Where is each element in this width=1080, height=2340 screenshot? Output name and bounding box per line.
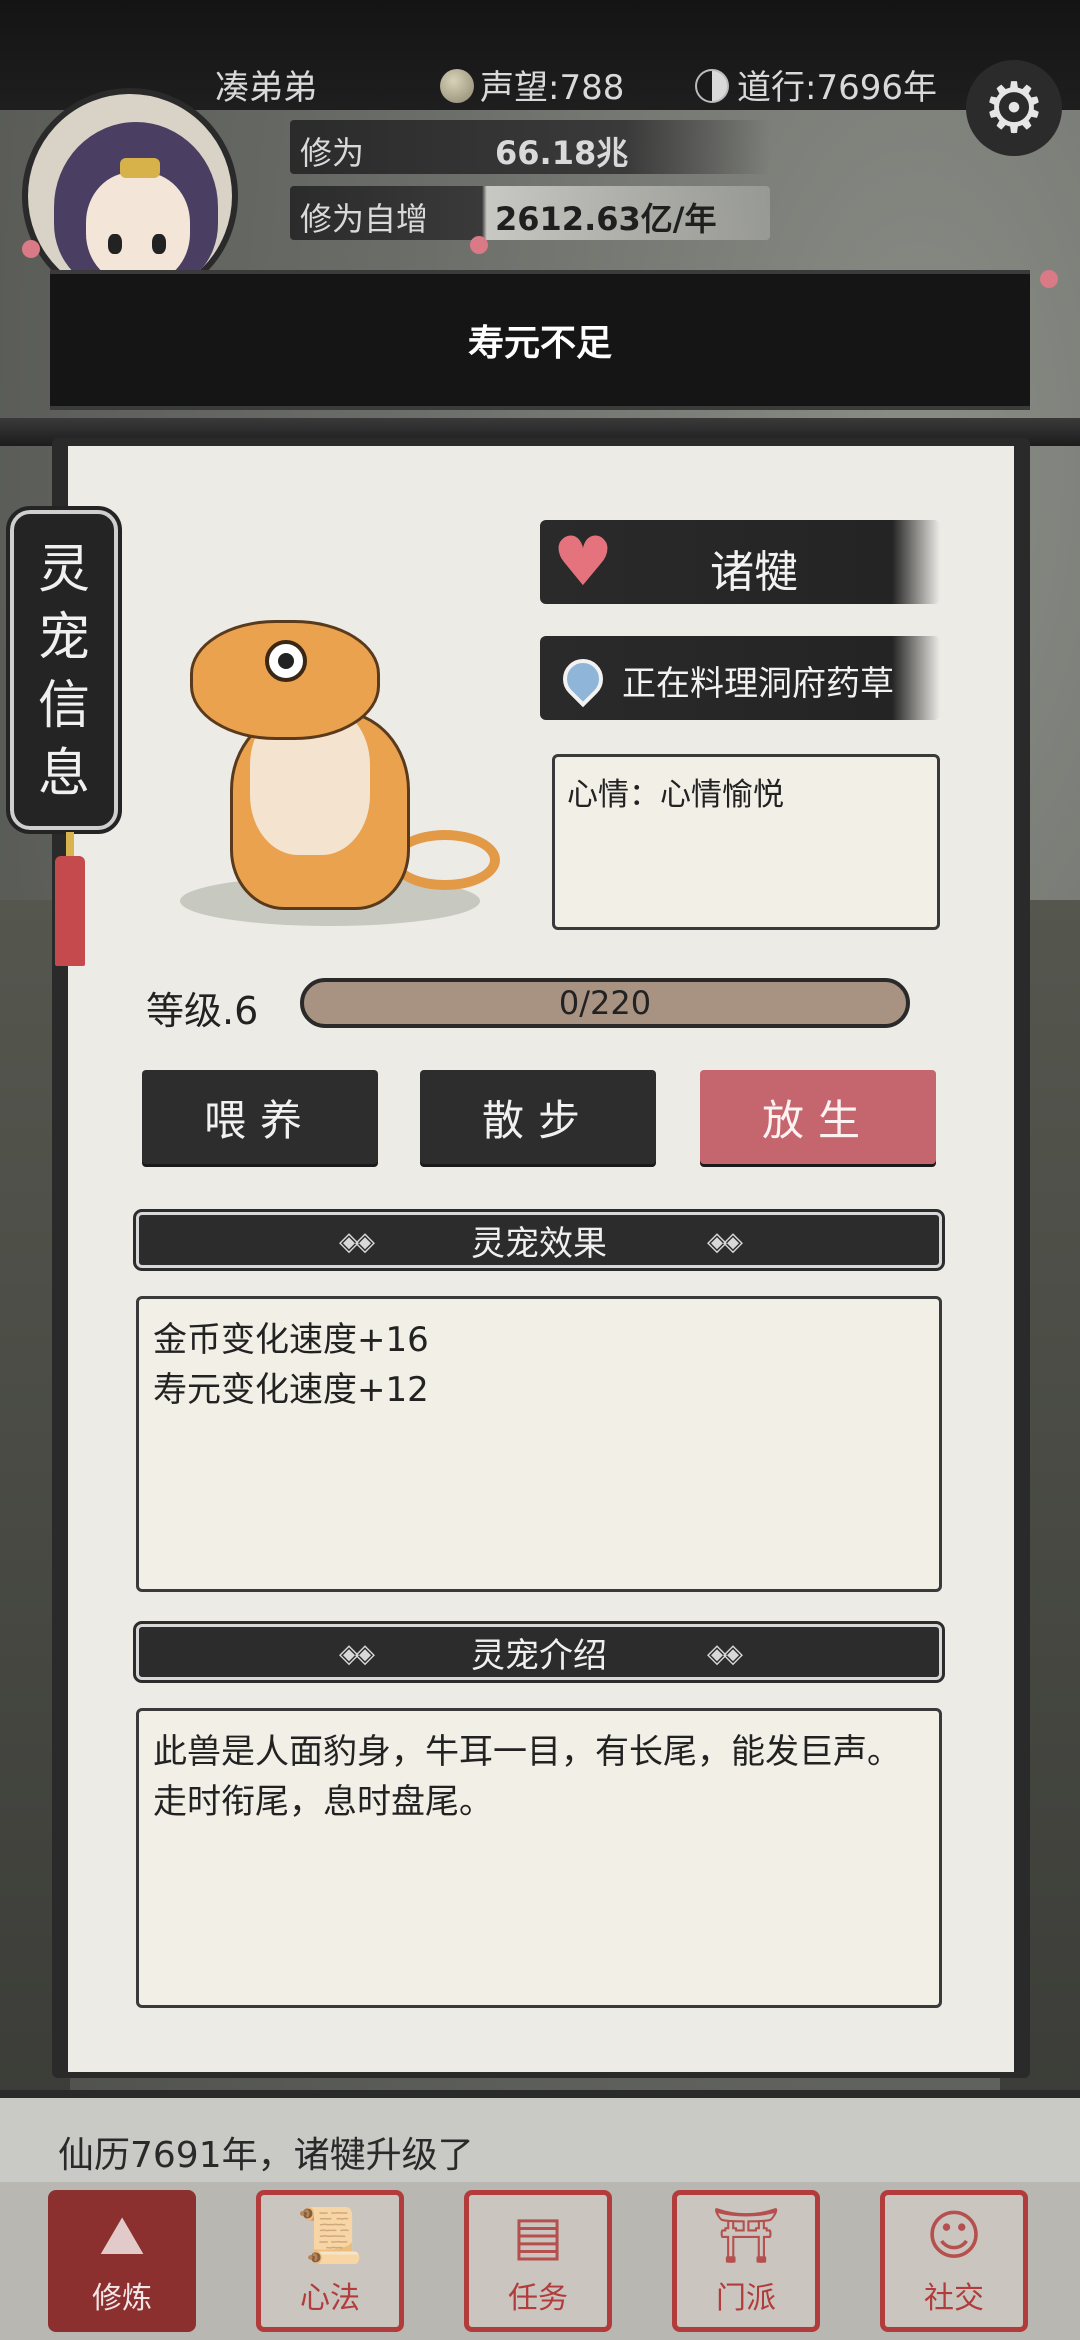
pet-intro-header: ◈◈ 灵宠介绍 ◈◈ (133, 1621, 945, 1683)
diamond-ornament-icon: ◈◈ (707, 1639, 743, 1669)
cultivation-rate-value: 2612.63亿/年 (495, 200, 717, 238)
pet-activity: 正在料理洞府药草 (622, 664, 894, 704)
gear-icon: ⚙ (982, 67, 1046, 149)
pet-effects-header: ◈◈ 灵宠效果 ◈◈ (133, 1209, 945, 1271)
dao-label: 道行:7696年 (737, 68, 937, 108)
release-button[interactable]: 放生 (700, 1070, 936, 1164)
event-log-text: 仙历7691年，诸犍升级了 (58, 2135, 474, 2176)
settings-button[interactable]: ⚙ (966, 60, 1062, 156)
nav-tasks[interactable]: ▤ 任务 (464, 2190, 612, 2332)
cultivation-label: 修为 (300, 134, 365, 172)
cultivation-row: 修为 66.18兆 (290, 120, 770, 174)
pet-level: 等级.6 (146, 989, 259, 1033)
pet-name: 诸犍 (710, 547, 798, 598)
event-log[interactable]: 仙历7691年，诸犍升级了 (0, 2090, 1080, 2182)
heart-icon: ♥ (552, 523, 614, 602)
pet-effects-box: 金币变化速度+16 寿元变化速度+12 (136, 1296, 942, 1592)
fame-label: 声望:788 (480, 68, 625, 108)
walk-button[interactable]: 散步 (420, 1070, 656, 1164)
nav-social[interactable]: ☺ 社交 (880, 2190, 1028, 2332)
pet-intro-title: 灵宠介绍 (471, 1635, 607, 1676)
scroll-icon: 📜 (296, 2204, 364, 2267)
coin-icon (440, 69, 474, 103)
pet-mood: 心情：心情愉悦 (567, 777, 784, 813)
cultivation-value: 66.18兆 (495, 134, 629, 172)
nav-cultivate[interactable]: ⛰ 修炼 (48, 2190, 196, 2332)
diamond-ornament-icon: ◈◈ (339, 1227, 375, 1257)
pet-effect-line: 金币变化速度+16 (153, 1320, 429, 1360)
dao-stat: 道行:7696年 (695, 60, 937, 109)
cultivate-icon: ⛰ (99, 2204, 145, 2267)
cultivation-rate-row: 修为自增 2612.63亿/年 (290, 186, 770, 240)
nav-label: 门派 (716, 2281, 776, 2316)
side-tab-title: 灵宠信息 (37, 540, 90, 804)
feed-button[interactable]: 喂养 (142, 1070, 378, 1164)
nav-label: 任务 (508, 2281, 568, 2316)
social-icon: ☺ (925, 2204, 983, 2267)
pet-mood-box: 心情：心情愉悦 (552, 754, 940, 930)
diamond-ornament-icon: ◈◈ (339, 1639, 375, 1669)
player-name: 凑弟弟 (215, 68, 317, 108)
blossom-decoration (1040, 270, 1058, 288)
task-icon: ▤ (512, 2204, 564, 2267)
fame-stat: 声望:788 (440, 60, 624, 109)
diamond-ornament-icon: ◈◈ (707, 1227, 743, 1257)
pet-intro-text: 此兽是人面豹身，牛耳一目，有长尾，能发巨声。走时衔尾，息时盘尾。 (153, 1732, 901, 1822)
blossom-decoration (470, 236, 488, 254)
nav-sect[interactable]: ⛩ 门派 (672, 2190, 820, 2332)
side-tab-pet-info: 灵宠信息 (6, 506, 122, 834)
location-pin-icon (548, 644, 618, 714)
nav-label: 心法 (300, 2281, 360, 2316)
toast-text: 寿元不足 (467, 323, 612, 364)
blossom-decoration (22, 240, 40, 258)
nav-mind-method[interactable]: 📜 心法 (256, 2190, 404, 2332)
sect-icon: ⛩ (711, 2204, 781, 2267)
yinyang-icon (695, 69, 729, 103)
pet-effects-title: 灵宠效果 (471, 1223, 607, 1264)
toast-message: 寿元不足 (50, 270, 1030, 410)
tassel-decoration (55, 856, 85, 966)
xp-progress-text: 0/220 (558, 984, 652, 1022)
xp-progress-bar: 0/220 (300, 978, 910, 1028)
cultivation-rate-label: 修为自增 (300, 200, 429, 238)
pet-intro-box: 此兽是人面豹身，牛耳一目，有长尾，能发巨声。走时衔尾，息时盘尾。 (136, 1708, 942, 2008)
pet-activity-pill: 正在料理洞府药草 (540, 636, 940, 720)
nav-label: 社交 (924, 2281, 984, 2316)
pet-illustration (160, 600, 520, 930)
nav-label: 修炼 (92, 2281, 152, 2316)
pet-name-pill: ♥ 诸犍 (540, 520, 940, 604)
pet-effect-line: 寿元变化速度+12 (153, 1370, 429, 1410)
